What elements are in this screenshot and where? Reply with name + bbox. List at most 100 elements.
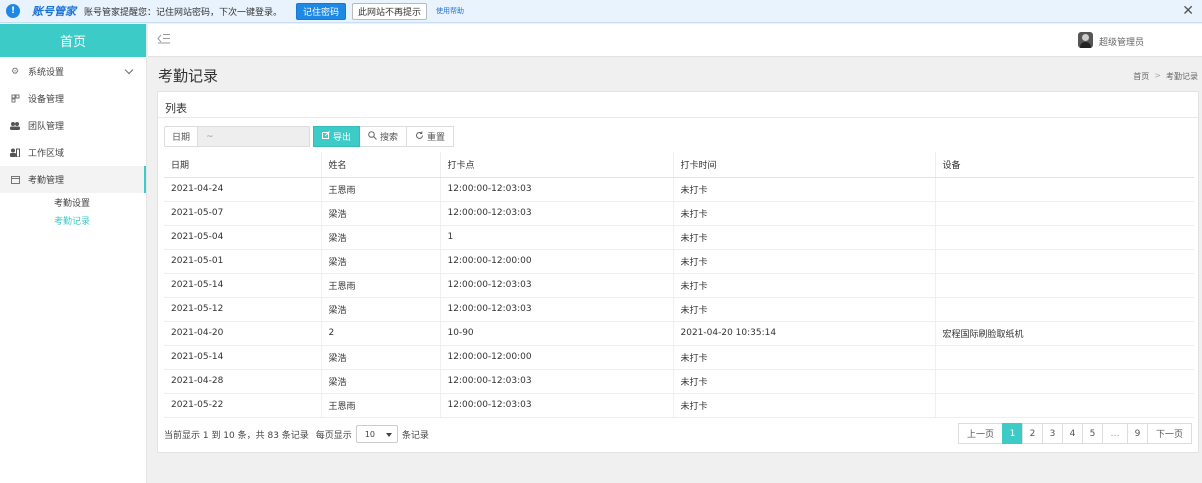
table-row[interactable]: 2021-05-01 梁浩 12:00:00-12:00:00 未打卡 bbox=[164, 249, 1194, 274]
sidebar-item-team-management[interactable]: 团队管理 bbox=[0, 112, 146, 139]
cell-date: 2021-05-04 bbox=[164, 225, 321, 250]
per-page-prefix: 每页显示 bbox=[315, 430, 352, 441]
password-manager-message: 账号管家提醒您：记住网站密码，下次一键登录。 bbox=[84, 7, 283, 18]
table-row[interactable]: 2021-04-28 梁浩 12:00:00-12:03:03 未打卡 bbox=[164, 369, 1194, 394]
cell-name: 梁浩 bbox=[320, 201, 440, 226]
cell-check-time: 未打卡 bbox=[672, 201, 935, 226]
cell-name: 王恩雨 bbox=[320, 393, 440, 418]
cell-device bbox=[934, 201, 1194, 226]
cell-date: 2021-04-28 bbox=[164, 369, 321, 394]
cell-checkpoint: 12:00:00-12:03:03 bbox=[439, 369, 673, 394]
table-row[interactable]: 2021-05-07 梁浩 12:00:00-12:03:03 未打卡 bbox=[164, 201, 1194, 226]
export-button[interactable]: 导出 bbox=[313, 126, 360, 147]
gear-icon: ⚙ bbox=[10, 66, 20, 77]
cell-name: 2 bbox=[320, 321, 440, 346]
date-range-input[interactable]: ~ bbox=[198, 126, 310, 147]
cell-date: 2021-05-14 bbox=[164, 345, 321, 370]
cell-check-time: 未打卡 bbox=[672, 225, 935, 250]
cell-name: 梁浩 bbox=[320, 345, 440, 370]
sidebar-subitem-attendance-settings[interactable]: 考勤设置 bbox=[0, 195, 146, 213]
team-icon bbox=[10, 121, 20, 131]
table-row[interactable]: 2021-05-14 梁浩 12:00:00-12:00:00 未打卡 bbox=[164, 345, 1194, 370]
page-button-4[interactable]: 4 bbox=[1061, 423, 1083, 444]
page-button-5[interactable]: 5 bbox=[1081, 423, 1103, 444]
cell-check-time: 未打卡 bbox=[672, 297, 935, 322]
breadcrumb: 首页 > 考勤记录 bbox=[1133, 71, 1198, 82]
sidebar-item-label: 考勤管理 bbox=[28, 176, 65, 186]
sidebar-item-system-settings[interactable]: ⚙ 系统设置 bbox=[0, 58, 146, 85]
area-icon bbox=[10, 148, 20, 158]
breadcrumb-home[interactable]: 首页 bbox=[1133, 71, 1149, 82]
close-icon[interactable]: ✕ bbox=[1182, 3, 1194, 19]
help-link[interactable]: 使用帮助 bbox=[436, 6, 464, 16]
pagination: 上一页 1 2 3 4 5 … 9 下一页 bbox=[957, 423, 1192, 444]
avatar[interactable] bbox=[1078, 32, 1093, 48]
reset-button[interactable]: 重置 bbox=[407, 126, 454, 147]
cell-checkpoint: 12:00:00-12:03:03 bbox=[439, 393, 673, 418]
cell-check-time: 未打卡 bbox=[672, 249, 935, 274]
table-row[interactable]: 2021-04-20 2 10-90 2021-04-20 10:35:14 宏… bbox=[164, 321, 1194, 346]
card-title: 列表 bbox=[165, 102, 187, 115]
sidebar-item-work-area[interactable]: 工作区域 bbox=[0, 139, 146, 166]
sidebar-home[interactable]: 首页 bbox=[0, 24, 146, 57]
sidebar-item-attendance-management[interactable]: 考勤管理 bbox=[0, 166, 146, 193]
attendance-table: 日期 姓名 打卡点 打卡时间 设备 2021-04-24 王恩雨 12:00:0… bbox=[164, 152, 1194, 418]
cell-device bbox=[934, 273, 1194, 298]
next-page-button[interactable]: 下一页 bbox=[1146, 423, 1192, 444]
table-row[interactable]: 2021-05-12 梁浩 12:00:00-12:03:03 未打卡 bbox=[164, 297, 1194, 322]
cell-checkpoint: 10-90 bbox=[439, 321, 673, 346]
date-label: 日期 bbox=[164, 126, 198, 147]
cell-name: 王恩雨 bbox=[320, 273, 440, 298]
cell-checkpoint: 12:00:00-12:03:03 bbox=[439, 297, 673, 322]
cell-date: 2021-05-07 bbox=[164, 201, 321, 226]
cell-device bbox=[934, 345, 1194, 370]
page-size-select[interactable]: 10 bbox=[355, 425, 398, 443]
cell-check-time: 未打卡 bbox=[672, 369, 935, 394]
cell-device bbox=[934, 393, 1194, 418]
page-size-value: 10 bbox=[364, 429, 375, 439]
calendar-icon bbox=[10, 175, 20, 185]
page-ellipsis: … bbox=[1101, 423, 1128, 444]
column-header-check-time[interactable]: 打卡时间 bbox=[672, 152, 935, 178]
collapse-menu-icon[interactable] bbox=[157, 33, 171, 45]
cell-name: 梁浩 bbox=[320, 249, 440, 274]
table-row[interactable]: 2021-04-24 王恩雨 12:00:00-12:03:03 未打卡 bbox=[164, 177, 1194, 202]
cell-date: 2021-04-24 bbox=[164, 177, 321, 202]
export-label: 导出 bbox=[332, 133, 351, 143]
column-header-device[interactable]: 设备 bbox=[934, 152, 1194, 178]
cell-date: 2021-04-20 bbox=[164, 321, 321, 346]
cell-checkpoint: 12:00:00-12:00:00 bbox=[439, 249, 673, 274]
refresh-icon bbox=[415, 131, 424, 143]
page-button-9[interactable]: 9 bbox=[1126, 423, 1148, 444]
table-row[interactable]: 2021-05-14 王恩雨 12:00:00-12:03:03 未打卡 bbox=[164, 273, 1194, 298]
cell-checkpoint: 12:00:00-12:00:00 bbox=[439, 345, 673, 370]
page-button-3[interactable]: 3 bbox=[1041, 423, 1063, 444]
table-row[interactable]: 2021-05-04 梁浩 1 未打卡 bbox=[164, 225, 1194, 250]
sidebar-subitem-attendance-records[interactable]: 考勤记录 bbox=[0, 213, 146, 231]
breadcrumb-current: 考勤记录 bbox=[1166, 72, 1198, 81]
search-button[interactable]: 搜索 bbox=[360, 126, 407, 147]
cell-name: 王恩雨 bbox=[320, 177, 440, 202]
prev-page-button[interactable]: 上一页 bbox=[957, 423, 1003, 444]
column-header-date[interactable]: 日期 bbox=[164, 152, 321, 178]
table-row[interactable]: 2021-05-22 王恩雨 12:00:00-12:03:03 未打卡 bbox=[164, 393, 1194, 418]
user-name[interactable]: 超级管理员 bbox=[1099, 35, 1144, 48]
sidebar-item-device-management[interactable]: 设备管理 bbox=[0, 85, 146, 112]
chevron-down-icon bbox=[124, 65, 134, 75]
page-button-2[interactable]: 2 bbox=[1021, 423, 1043, 444]
column-header-name[interactable]: 姓名 bbox=[320, 152, 440, 178]
cell-check-time: 2021-04-20 10:35:14 bbox=[672, 321, 935, 346]
card-divider bbox=[158, 117, 1198, 118]
column-header-checkpoint[interactable]: 打卡点 bbox=[439, 152, 673, 178]
cell-checkpoint: 1 bbox=[439, 225, 673, 250]
cell-date: 2021-05-12 bbox=[164, 297, 321, 322]
cell-check-time: 未打卡 bbox=[672, 273, 935, 298]
cell-checkpoint: 12:00:00-12:03:03 bbox=[439, 177, 673, 202]
cell-name: 梁浩 bbox=[320, 369, 440, 394]
search-icon bbox=[368, 130, 377, 143]
cell-check-time: 未打卡 bbox=[672, 345, 935, 370]
page-button-1[interactable]: 1 bbox=[1001, 423, 1023, 444]
remember-password-button[interactable]: 记住密码 bbox=[296, 2, 347, 20]
cell-checkpoint: 12:00:00-12:03:03 bbox=[439, 273, 673, 298]
never-remind-button[interactable]: 此网站不再提示 bbox=[352, 2, 428, 20]
